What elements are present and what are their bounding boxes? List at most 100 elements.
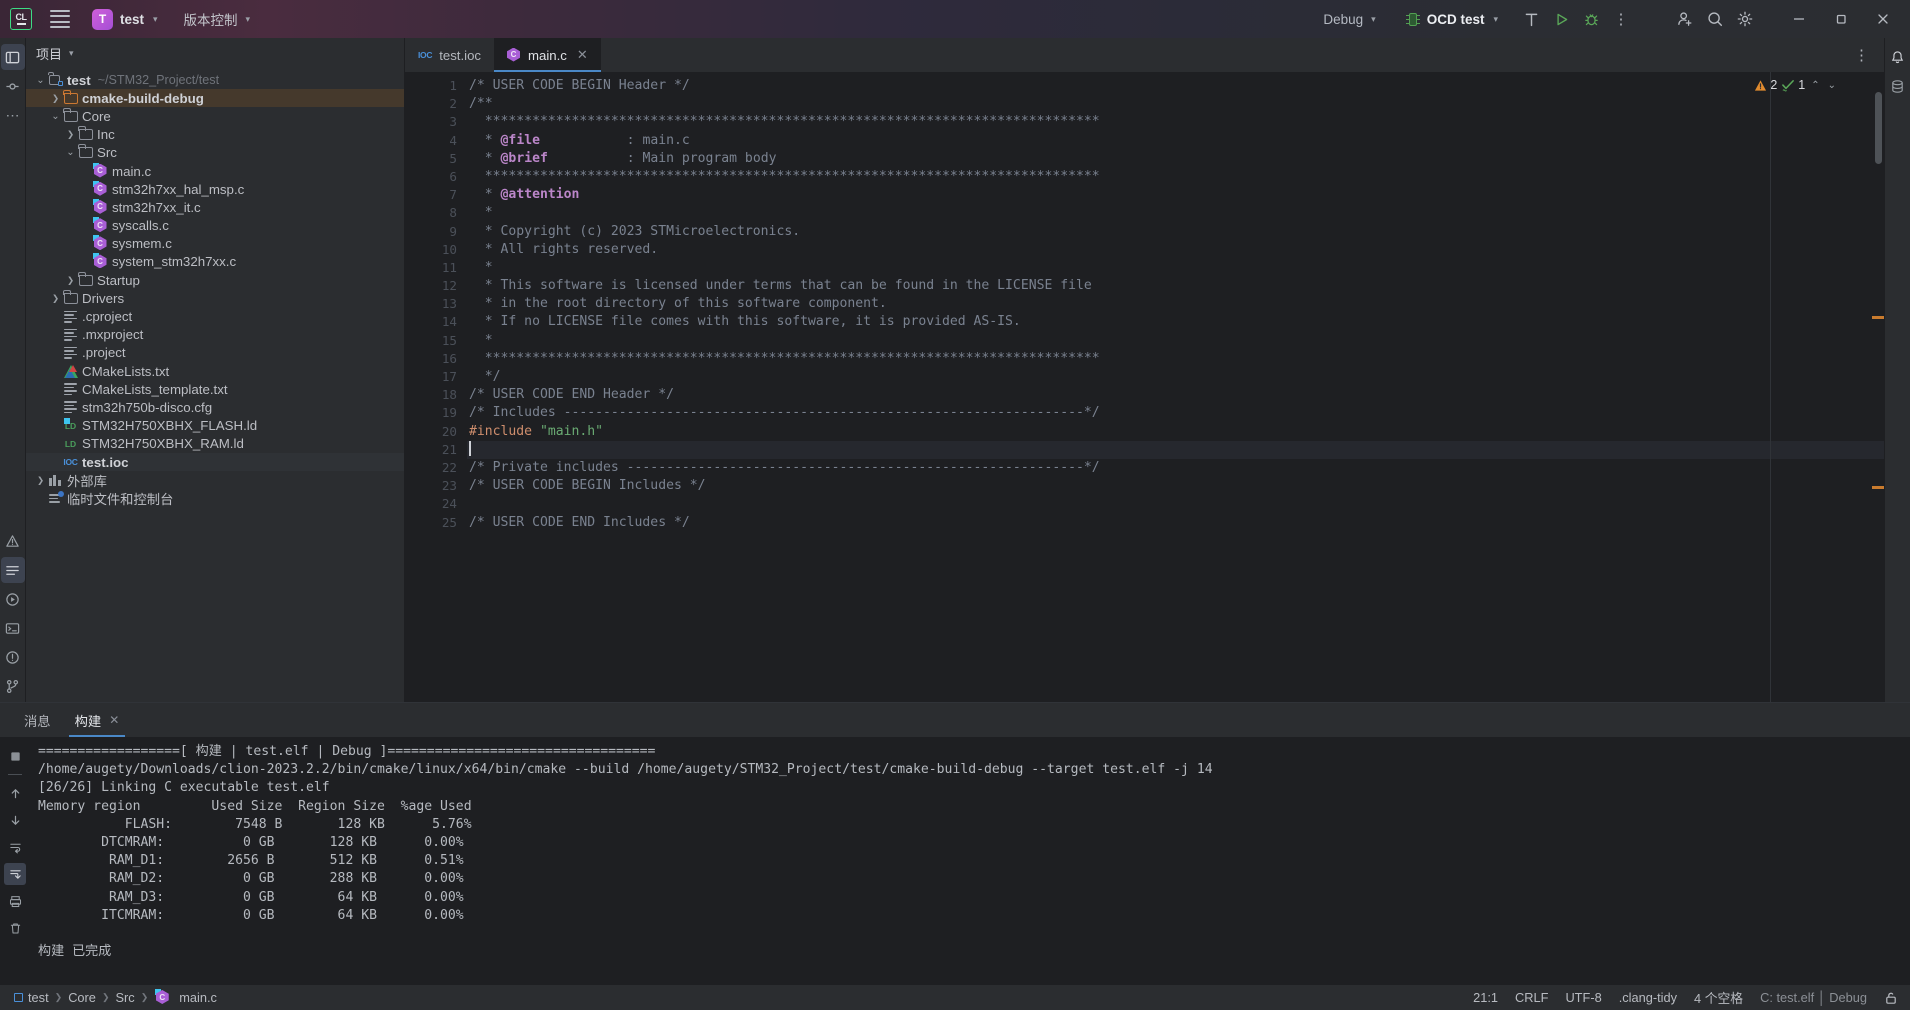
tree-item[interactable]: ⌄ Src: [26, 144, 404, 162]
code-line[interactable]: *: [467, 332, 1884, 350]
clear-all-button[interactable]: [4, 917, 26, 939]
code-line[interactable]: * This software is licensed under terms …: [467, 277, 1884, 295]
editor-tab-main-c[interactable]: C main.c ✕: [494, 38, 601, 72]
print-button[interactable]: [4, 890, 26, 912]
code-editor[interactable]: 1 2 3 4 5 6 7 8 9 10 11 12 13 14 15 16 17 18 19 20 21 22 23 24 2…: [405, 72, 1884, 702]
terminal-tool-window-button[interactable]: [1, 615, 25, 641]
editor-vertical-scrollbar[interactable]: [1875, 92, 1882, 164]
line-number[interactable]: 24: [405, 495, 467, 513]
line-number[interactable]: 22: [405, 459, 467, 477]
database-tool-window-button[interactable]: [1886, 73, 1910, 99]
build-tool-window-button[interactable]: [0, 557, 25, 583]
line-number[interactable]: 5: [405, 150, 467, 168]
code-line[interactable]: */: [467, 368, 1884, 386]
next-problem-button[interactable]: [4, 809, 26, 831]
breadcrumb-item[interactable]: Core: [68, 990, 96, 1005]
breadcrumb-item[interactable]: test: [14, 990, 49, 1005]
previous-problem-icon[interactable]: ⌃: [1809, 80, 1821, 91]
notifications-button[interactable]: [1886, 44, 1910, 70]
caret-position[interactable]: 21:1: [1473, 990, 1498, 1005]
breadcrumb-item[interactable]: Src: [115, 990, 134, 1005]
close-tab-icon[interactable]: ✕: [109, 713, 119, 727]
tree-item[interactable]: ❯ Inc: [26, 126, 404, 144]
line-number[interactable]: 16: [405, 350, 467, 368]
vcs-branch-button[interactable]: [1, 673, 25, 699]
tree-item[interactable]: CMakeLists_template.txt: [26, 380, 404, 398]
line-number[interactable]: 6: [405, 168, 467, 186]
code-content[interactable]: /* USER CODE BEGIN Header *//** ********…: [467, 72, 1884, 702]
close-tab-icon[interactable]: ✕: [577, 47, 588, 63]
chevron-right-icon[interactable]: ❯: [34, 475, 47, 486]
line-number[interactable]: 12: [405, 277, 467, 295]
code-line[interactable]: * @brief : Main program body: [467, 150, 1884, 168]
line-number[interactable]: 15: [405, 332, 467, 350]
tree-item[interactable]: Cstm32h7xx_it.c: [26, 198, 404, 216]
tree-item[interactable]: LD STM32H750XBHX_RAM.ld: [26, 435, 404, 453]
code-line[interactable]: /* USER CODE END Includes */: [467, 514, 1884, 532]
line-number[interactable]: 1: [405, 77, 467, 95]
project-panel-header[interactable]: 项目 ▾: [26, 38, 404, 68]
project-tree[interactable]: ⌄ test ~/STM32_Project/test ❯ cmake-build-de…: [26, 68, 404, 702]
run-tool-window-button[interactable]: [1, 586, 25, 612]
code-line[interactable]: ****************************************…: [467, 350, 1884, 368]
line-number[interactable]: 19: [405, 404, 467, 422]
readonly-lock-icon[interactable]: [1884, 991, 1898, 1005]
code-line[interactable]: [467, 440, 1884, 459]
chevron-right-icon[interactable]: ❯: [64, 129, 77, 140]
line-number[interactable]: 10: [405, 241, 467, 259]
tree-item[interactable]: Cstm32h7xx_hal_msp.c: [26, 180, 404, 198]
chevron-right-icon[interactable]: ❯: [64, 275, 77, 286]
run-button[interactable]: [1546, 4, 1576, 34]
minimize-window-button[interactable]: [1778, 0, 1820, 38]
project-selector[interactable]: T test ▾: [92, 8, 158, 30]
line-number[interactable]: 2: [405, 95, 467, 113]
code-line[interactable]: /* Includes ----------------------------…: [467, 404, 1884, 422]
code-line[interactable]: * @file : main.c: [467, 132, 1884, 150]
inspection-widget[interactable]: 2 1 ⌃ ⌄: [1754, 78, 1838, 92]
code-line[interactable]: /* USER CODE BEGIN Includes */: [467, 477, 1884, 495]
code-line[interactable]: *: [467, 259, 1884, 277]
editor-marker[interactable]: [1872, 316, 1884, 319]
build-button[interactable]: [1516, 4, 1546, 34]
line-number[interactable]: 25: [405, 514, 467, 532]
chevron-down-icon[interactable]: ⌄: [64, 147, 77, 158]
target-selector[interactable]: OCD test ▾: [1398, 9, 1506, 30]
line-number[interactable]: 7: [405, 186, 467, 204]
chevron-right-icon[interactable]: ❯: [49, 93, 62, 104]
code-line[interactable]: ****************************************…: [467, 168, 1884, 186]
tree-item[interactable]: Cmain.c: [26, 162, 404, 180]
line-number[interactable]: 13: [405, 295, 467, 313]
build-console-output[interactable]: ==================[ 构建 | test.elf | Debu…: [30, 737, 1910, 984]
line-number[interactable]: 17: [405, 368, 467, 386]
tree-item[interactable]: ❯ cmake-build-debug: [26, 89, 404, 108]
run-configuration-selector[interactable]: Debug ▾: [1315, 9, 1383, 30]
code-line[interactable]: /* USER CODE BEGIN Header */: [467, 77, 1884, 95]
tree-item[interactable]: ❯ Startup: [26, 271, 404, 289]
code-line[interactable]: * If no LICENSE file comes with this sof…: [467, 313, 1884, 331]
main-menu-icon[interactable]: [50, 9, 70, 29]
vcs-widget[interactable]: 版本控制 ▾: [184, 9, 251, 29]
tree-item[interactable]: ❯ 外部库: [26, 471, 404, 489]
inspection-profile[interactable]: .clang-tidy: [1619, 990, 1677, 1005]
code-line[interactable]: ****************************************…: [467, 113, 1884, 131]
tree-item[interactable]: LD STM32H750XBHX_FLASH.ld: [26, 417, 404, 435]
project-tool-window-button[interactable]: [0, 44, 25, 70]
chevron-right-icon[interactable]: ❯: [49, 293, 62, 304]
bottom-tab-messages[interactable]: 消息: [12, 703, 63, 737]
line-number[interactable]: 11: [405, 259, 467, 277]
commit-tool-window-button[interactable]: [1, 73, 25, 99]
editor-marker[interactable]: [1872, 486, 1884, 489]
maximize-window-button[interactable]: [1820, 0, 1862, 38]
breadcrumb[interactable]: test ❯ Core ❯ Src ❯ Cmain.c: [14, 989, 217, 1005]
code-line[interactable]: [467, 495, 1884, 513]
file-encoding[interactable]: UTF-8: [1565, 990, 1601, 1005]
next-problem-icon[interactable]: ⌄: [1826, 80, 1838, 91]
line-number[interactable]: 23: [405, 477, 467, 495]
tree-item[interactable]: Csysmem.c: [26, 235, 404, 253]
code-line[interactable]: * Copyright (c) 2023 STMicroelectronics.: [467, 223, 1884, 241]
indent-setting[interactable]: 4 个空格: [1694, 988, 1743, 1007]
search-everywhere-button[interactable]: [1700, 4, 1730, 34]
close-window-button[interactable]: [1862, 0, 1904, 38]
bottom-tab-build[interactable]: 构建 ✕: [63, 703, 132, 737]
code-line[interactable]: * @attention: [467, 186, 1884, 204]
